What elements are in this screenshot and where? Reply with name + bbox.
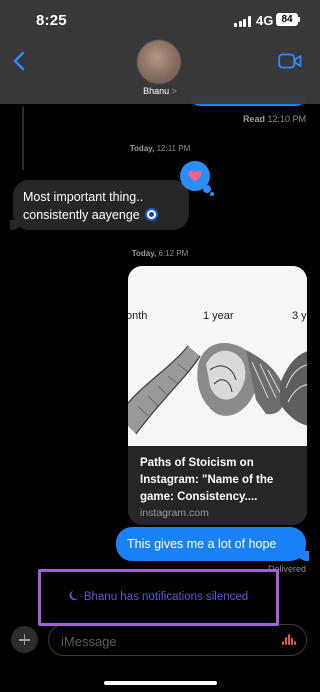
bubble-tail	[297, 551, 309, 561]
braid-illustration	[128, 343, 307, 435]
link-preview-text: Paths of Stoicism on Instagram: "Name of…	[128, 446, 307, 525]
avatar[interactable]	[137, 40, 181, 84]
outgoing-message-bubble[interactable]: This gives me a lot of hope	[116, 527, 309, 561]
link-preview-image: onth 1 year 3 y	[128, 266, 307, 446]
video-camera-icon[interactable]	[278, 52, 302, 70]
incoming-message-text: Most important thing.. consistently aaye…	[23, 190, 144, 222]
tapback-dot-small	[210, 192, 214, 196]
tapback-reaction[interactable]	[180, 161, 214, 196]
read-time: 12:10 PM	[267, 114, 306, 124]
notifications-silenced-notice[interactable]: Bhanu has notifications silenced	[41, 590, 276, 603]
message-input-placeholder: iMessage	[61, 634, 117, 649]
network-type: 4G	[256, 13, 274, 28]
incoming-message-bubble[interactable]: Most important thing.. consistently aaye…	[10, 180, 189, 230]
silenced-text: Bhanu has notifications silenced	[83, 591, 249, 603]
audio-waveform-icon[interactable]	[282, 634, 296, 648]
plus-icon[interactable]	[11, 626, 38, 653]
highlight-box: Bhanu has notifications silenced	[38, 569, 279, 626]
timestamp-time: 6:12 PM	[158, 249, 189, 258]
message-input[interactable]: iMessage	[48, 624, 307, 656]
cellular-signal-icon	[234, 16, 252, 27]
contact-name: Bhanu	[143, 86, 170, 96]
status-bar: 8:25 4G 84	[0, 0, 320, 40]
outgoing-message-text: This gives me a lot of hope	[127, 537, 277, 551]
read-label: Read	[242, 114, 265, 124]
status-time: 8:25	[36, 12, 67, 29]
timestamp-day: Today,	[129, 144, 155, 153]
messages-screen: Bhanu > 8:25 4G 84 Read 12:10 PM Today, …	[0, 0, 320, 692]
read-receipt: Read 12:10 PM	[243, 114, 306, 124]
chevron-left-icon[interactable]	[10, 50, 30, 72]
timestamp-time: 12:11 PM	[156, 144, 191, 153]
home-indicator[interactable]	[104, 681, 217, 685]
link-preview-domain: instagram.com	[140, 507, 209, 519]
bubble-tail	[10, 220, 22, 230]
timestamp: Today, 6:12 PM	[0, 249, 320, 258]
moon-icon	[69, 591, 79, 601]
chevron-right-icon: >	[171, 86, 177, 96]
timestamp-day: Today,	[131, 249, 157, 258]
link-preview-title: Paths of Stoicism on Instagram: "Name of…	[140, 457, 274, 503]
link-preview-card[interactable]: onth 1 year 3 y Paths of Stoicism on Ins…	[128, 266, 307, 525]
battery-tip	[298, 17, 300, 22]
contact-name-button[interactable]: Bhanu >	[0, 86, 320, 96]
nazar-eye-emoji	[145, 208, 159, 221]
battery-icon: 84	[276, 13, 298, 26]
reply-thread-line	[22, 106, 24, 170]
heart-icon	[188, 170, 202, 182]
timestamp: Today, 12:11 PM	[0, 144, 320, 153]
